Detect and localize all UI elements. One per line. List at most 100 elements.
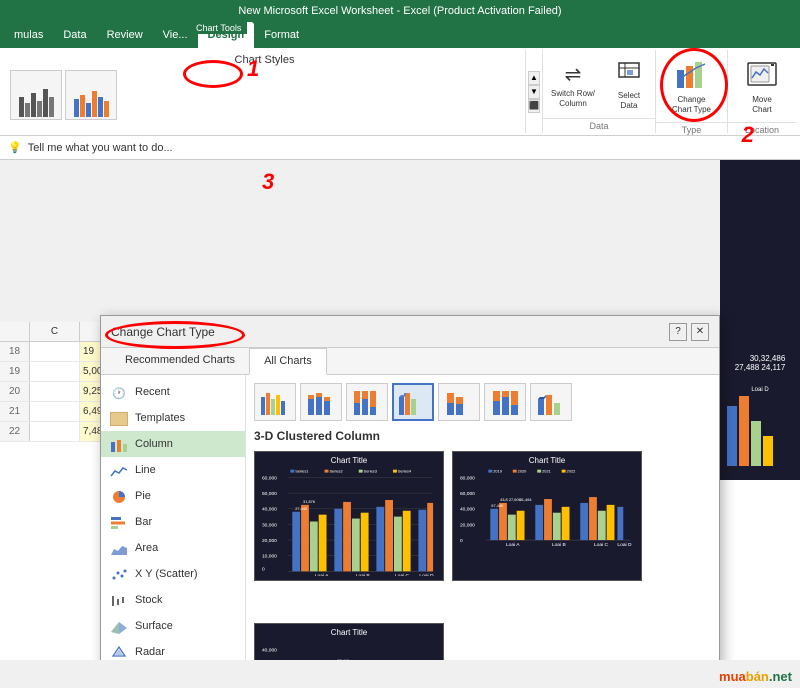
svg-text:30,000: 30,000 <box>262 522 277 528</box>
subtype-2d-100-stacked[interactable] <box>346 383 388 421</box>
tab-recommended-charts[interactable]: Recommended Charts <box>111 348 249 374</box>
chart-type-pie[interactable]: Pie <box>101 483 245 509</box>
preview-chart-3-title: Chart Title <box>261 628 437 637</box>
tab-format[interactable]: Format <box>254 22 309 48</box>
svg-text:Series2: Series2 <box>329 469 342 474</box>
chart-type-recent[interactable]: 🕐 Recent <box>101 379 245 405</box>
tab-data[interactable]: Data <box>53 22 96 48</box>
tab-all-charts[interactable]: All Charts <box>249 348 327 375</box>
chart-type-radar[interactable]: Radar <box>101 639 245 660</box>
dialog-close-button[interactable]: ✕ <box>691 323 709 341</box>
subtype-3d-100[interactable] <box>484 383 526 421</box>
svg-text:40,000: 40,000 <box>262 647 277 653</box>
move-chart-label: MoveChart <box>752 95 772 114</box>
chart-type-area[interactable]: Area <box>101 535 245 561</box>
style-scroll-down[interactable]: ▼ <box>528 85 540 99</box>
chart-type-stock[interactable]: Stock <box>101 587 245 613</box>
preview-chart-1[interactable]: Chart Title 60,000 50,000 40,000 30,000 … <box>254 451 444 581</box>
ribbon: Chart Styles <box>0 48 800 136</box>
recent-icon: 🕐 <box>109 384 129 400</box>
area-icon <box>109 540 129 556</box>
radar-label: Radar <box>135 646 165 658</box>
chart-type-scatter[interactable]: X Y (Scatter) <box>101 561 245 587</box>
pie-label: Pie <box>135 490 151 502</box>
svg-text:40,000: 40,000 <box>262 507 277 513</box>
column-label: Column <box>135 438 173 450</box>
chart-type-line[interactable]: Line <box>101 457 245 483</box>
svg-text:Loai C: Loai C <box>594 542 609 548</box>
chart-type-column[interactable]: Column <box>101 431 245 457</box>
svg-text:80,000: 80,000 <box>460 475 475 481</box>
subtype-3d-stacked[interactable] <box>438 383 480 421</box>
dialog-tabs: Recommended Charts All Charts <box>101 348 719 375</box>
dialog-help-button[interactable]: ? <box>669 323 687 341</box>
change-chart-type-dialog: Change Chart Type ? ✕ Recommended Charts… <box>100 315 720 660</box>
chart-preview-right: 30,32,486 27,488 24,117 Loai D <box>720 160 800 480</box>
templates-icon <box>109 410 129 426</box>
move-chart-icon <box>747 60 777 93</box>
surface-label: Surface <box>135 620 173 632</box>
scatter-label: X Y (Scatter) <box>135 568 198 580</box>
subtype-2d-clustered[interactable] <box>254 383 296 421</box>
pie-icon <box>109 488 129 504</box>
svg-text:Loai A: Loai A <box>315 573 329 576</box>
select-data-button[interactable]: SelectData <box>603 52 655 118</box>
preview-chart-3[interactable]: Chart Title 40,000 35,000 30,000 25,000 … <box>254 623 444 660</box>
style-scroll-up[interactable]: ▲ <box>528 71 540 85</box>
svg-text:0: 0 <box>262 566 265 572</box>
svg-text:2019: 2019 <box>493 469 502 474</box>
chart-type-list: 🕐 Recent Templates <box>101 375 246 660</box>
tab-review[interactable]: Review <box>97 22 153 48</box>
type-group-label: Type <box>656 122 727 135</box>
move-chart-button[interactable]: MoveChart <box>736 56 788 118</box>
svg-text:2022: 2022 <box>567 469 576 474</box>
subtype-3d-column[interactable] <box>530 383 572 421</box>
stock-icon <box>109 592 129 608</box>
svg-text:Loai D: Loai D <box>419 573 434 576</box>
dialog-title: Change Chart Type <box>111 325 215 339</box>
preview-chart-1-title: Chart Title <box>261 456 437 465</box>
preview-chart-2-title: Chart Title <box>459 456 635 465</box>
area-label: Area <box>135 542 158 554</box>
dialog-title-bar: Change Chart Type ? ✕ <box>101 316 719 348</box>
dialog-controls: ? ✕ <box>669 323 709 341</box>
col-c-header: C <box>30 322 80 341</box>
svg-text:Series4: Series4 <box>398 469 412 474</box>
change-chart-type-button[interactable]: ChangeChart Type <box>664 56 719 118</box>
chart-type-templates[interactable]: Templates <box>101 405 245 431</box>
svg-text:Loai D: Loai D <box>751 387 769 393</box>
svg-text:Series1: Series1 <box>295 469 308 474</box>
style-scroll-expand[interactable]: ⬛ <box>528 99 540 113</box>
svg-text:27,440: 27,440 <box>295 506 308 511</box>
line-icon <box>109 462 129 478</box>
chart-styles-label: Chart Styles <box>10 52 519 70</box>
svg-text:Loai D: Loai D <box>617 542 632 548</box>
svg-text:57,440: 57,440 <box>491 503 504 508</box>
subtype-3d-clustered[interactable] <box>392 383 434 421</box>
svg-text:0: 0 <box>460 538 463 544</box>
tab-mulas[interactable]: mulas <box>4 22 53 48</box>
svg-text:31,464: 31,464 <box>520 497 533 502</box>
formula-bar-text[interactable]: Tell me what you want to do... <box>28 142 173 154</box>
subtype-2d-stacked[interactable] <box>300 383 342 421</box>
recent-label: Recent <box>135 386 170 398</box>
data-group-label: Data <box>543 118 655 131</box>
line-label: Line <box>135 464 156 476</box>
subtype-row <box>254 383 711 421</box>
radar-icon <box>109 644 129 660</box>
switch-row-column-button[interactable]: ⇌ Switch Row/Column <box>543 52 603 118</box>
svg-text:Loai C: Loai C <box>395 573 410 576</box>
svg-text:20,000: 20,000 <box>460 522 475 528</box>
chart-type-surface[interactable]: Surface <box>101 613 245 639</box>
column-icon <box>109 436 129 452</box>
chart-style-1[interactable] <box>10 70 62 120</box>
chart-style-2[interactable] <box>65 70 117 120</box>
preview-chart-2[interactable]: Chart Title 80,000 60,000 40,000 20,000 … <box>452 451 642 581</box>
change-chart-type-icon <box>676 60 708 93</box>
chart-type-bar[interactable]: Bar <box>101 509 245 535</box>
svg-text:2020: 2020 <box>518 469 528 474</box>
bar-icon <box>109 514 129 530</box>
svg-text:60,000: 60,000 <box>460 491 475 497</box>
surface-icon <box>109 618 129 634</box>
svg-text:20,000: 20,000 <box>262 538 277 544</box>
